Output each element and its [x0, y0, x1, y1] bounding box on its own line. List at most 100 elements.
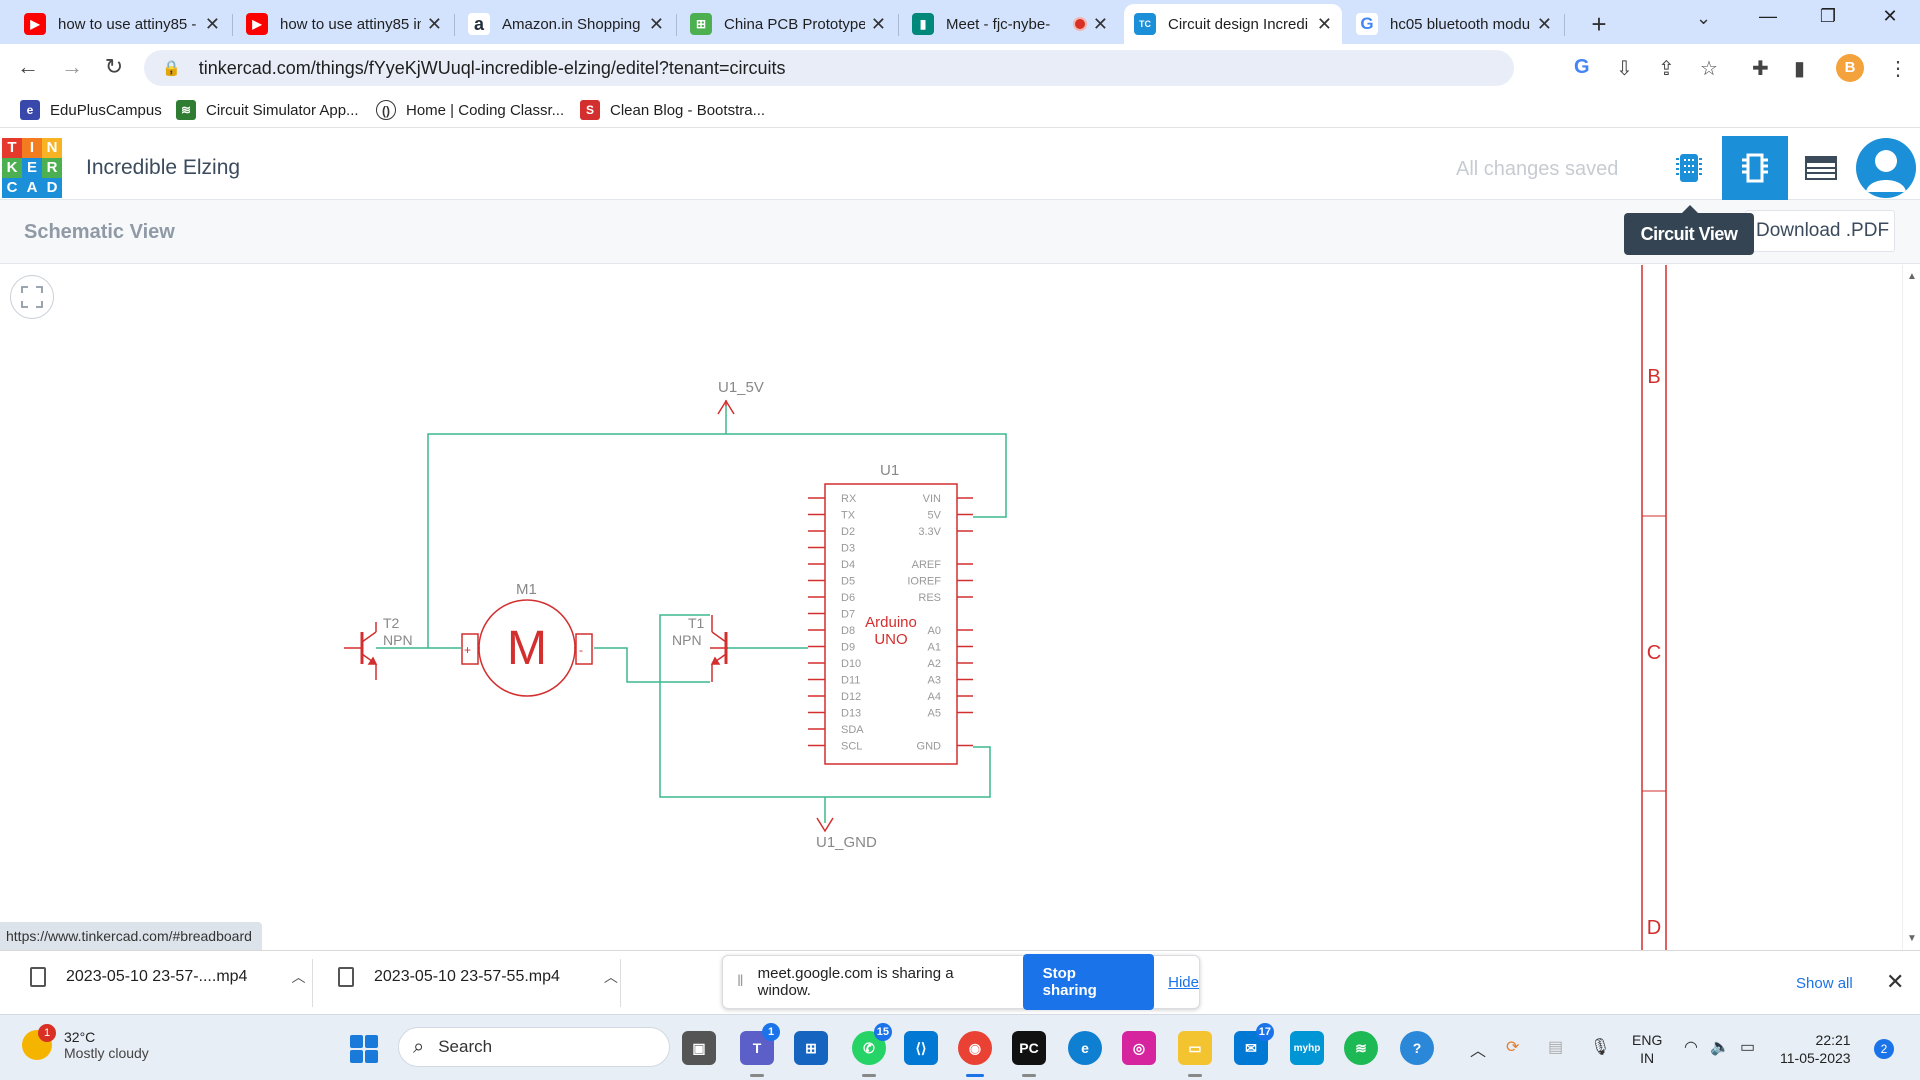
close-tab-icon[interactable]: ✕ [1317, 14, 1332, 35]
tab-0[interactable]: ▶ how to use attiny85 - ✕ [14, 4, 230, 44]
stop-sharing-button[interactable]: Stop sharing [1022, 954, 1155, 1010]
share-icon[interactable]: ⇪ [1658, 56, 1675, 81]
tray-overflow-icon[interactable]: ︿ [1470, 1037, 1486, 1061]
tab-5-active[interactable]: TC Circuit design Incredi ✕ [1124, 4, 1342, 44]
start-button[interactable] [350, 1035, 378, 1063]
download-item[interactable]: 2023-05-10 23-57-....mp4 ︿ [30, 967, 305, 987]
logo-letter: K [2, 158, 22, 178]
pycharm-icon[interactable]: PC [1012, 1031, 1046, 1077]
instagram-icon[interactable]: ◎ [1122, 1031, 1156, 1065]
profile-avatar[interactable]: B [1836, 54, 1864, 82]
file-explorer-icon[interactable]: ▭ [1178, 1031, 1212, 1077]
new-tab-button[interactable]: + [1582, 8, 1616, 42]
pin-label: VIN [923, 493, 941, 505]
menu-kebab-icon[interactable]: ⋮ [1888, 56, 1908, 81]
tab-1[interactable]: ▶ how to use attiny85 in ✕ [236, 4, 452, 44]
close-downloads-icon[interactable]: ✕ [1886, 969, 1904, 995]
scroll-down-icon[interactable]: ▼ [1907, 933, 1917, 944]
side-panel-icon[interactable]: ▮ [1794, 56, 1805, 81]
download-item[interactable]: 2023-05-10 23-57-55.mp4 ︿ [338, 967, 618, 987]
vscode-icon[interactable]: ⟨⟩ [904, 1031, 938, 1065]
schematic-canvas[interactable]: U1_5V U1_GND T2 NPN + - M M1 T1 NPN U1 A… [0, 265, 1920, 950]
reload-icon[interactable]: ↻ [100, 54, 128, 80]
volume-icon[interactable]: 🔈 [1710, 1037, 1730, 1057]
fit-to-view-button[interactable] [10, 275, 54, 319]
bookmark-clean-blog[interactable]: S Clean Blog - Bootstra... [580, 100, 765, 120]
myhp-icon[interactable]: myhp [1290, 1031, 1324, 1065]
user-avatar[interactable] [1856, 138, 1916, 198]
extensions-icon[interactable]: ✚ [1752, 56, 1769, 81]
wifi-icon[interactable]: ◠ [1684, 1037, 1698, 1057]
lock-icon[interactable]: 🔒 [162, 59, 181, 77]
edge-icon[interactable]: e [1068, 1031, 1102, 1065]
tab-6[interactable]: G hc05 bluetooth modu ✕ [1346, 4, 1562, 44]
chevron-up-icon[interactable]: ︿ [291, 967, 305, 987]
language-indicator[interactable]: ENG IN [1632, 1031, 1662, 1067]
component-list-button[interactable] [1788, 136, 1854, 200]
store-icon[interactable]: ⊞ [794, 1031, 828, 1065]
bookmark-coding-classroom[interactable]: () Home | Coding Classr... [376, 100, 564, 120]
drag-handle-icon[interactable]: ‖ [737, 973, 744, 991]
tab-3[interactable]: ⊞ China PCB Prototype ✕ [680, 4, 896, 44]
restore-icon[interactable]: ❐ [1808, 6, 1848, 27]
address-bar[interactable]: 🔒 tinkercad.com/things/fYyeKjWUuql-incre… [144, 50, 1514, 86]
clock[interactable]: 22:21 11-05-2023 [1780, 1031, 1851, 1067]
bookmark-eduplus[interactable]: e EduPlusCampus [20, 100, 162, 120]
tinkercad-header: T I N K E R C A D Incredible Elzing All … [0, 136, 1920, 200]
circuit-view-button[interactable] [1656, 136, 1722, 200]
tab-2[interactable]: a Amazon.in Shopping ✕ [458, 4, 674, 44]
pin-label: A4 [928, 691, 941, 703]
vertical-scrollbar[interactable]: ▲ ▼ [1902, 265, 1920, 950]
weather-widget[interactable]: 1 32°C Mostly cloudy [22, 1024, 149, 1061]
mail-icon[interactable]: ✉ 17 [1234, 1023, 1274, 1065]
back-icon[interactable]: ← [14, 54, 42, 80]
tinkercad-logo[interactable]: T I N K E R C A D [2, 138, 62, 198]
transistor-t1[interactable]: T1 NPN [672, 615, 728, 682]
close-tab-icon[interactable]: ✕ [205, 14, 220, 35]
close-tab-icon[interactable]: ✕ [1093, 14, 1108, 35]
bookmark-circuit-simulator[interactable]: ≋ Circuit Simulator App... [176, 100, 359, 120]
tab-4[interactable]: ▮ Meet - fjc-nybe- ✕ [902, 4, 1118, 44]
forward-icon[interactable]: → [58, 54, 86, 80]
task-view-icon[interactable]: ▣ [682, 1031, 716, 1065]
video-file-icon [30, 967, 46, 987]
scroll-up-icon[interactable]: ▲ [1907, 271, 1917, 282]
sync-icon[interactable]: ⟳ [1506, 1037, 1519, 1057]
teams-icon[interactable]: T1 [740, 1023, 780, 1077]
amazon-icon: a [468, 13, 490, 35]
display-icon[interactable]: ▤ [1548, 1037, 1563, 1057]
close-tab-icon[interactable]: ✕ [649, 14, 664, 35]
bookmark-star-icon[interactable]: ☆ [1700, 56, 1718, 81]
tab-title: China PCB Prototype [724, 15, 865, 33]
get-help-icon[interactable]: ? [1400, 1031, 1434, 1065]
google-lens-icon[interactable]: G [1574, 56, 1590, 79]
close-tab-icon[interactable]: ✕ [427, 14, 442, 35]
taskbar-search[interactable]: ⌕ Search [398, 1027, 670, 1067]
design-title[interactable]: Incredible Elzing [86, 156, 240, 180]
minimize-icon[interactable]: — [1748, 6, 1788, 27]
hide-link[interactable]: Hide [1168, 974, 1199, 991]
schematic-diagram[interactable]: U1_5V U1_GND T2 NPN + - M M1 T1 NPN U1 A… [0, 265, 1900, 950]
bookmarks-bar: e EduPlusCampus ≋ Circuit Simulator App.… [0, 92, 1920, 128]
arduino-uno-u1[interactable]: U1 Arduino UNO RX TX D2 D3 D4 D5 D6 D7 D8 D9 D10 D1… [808, 462, 973, 765]
close-window-icon[interactable]: ✕ [1870, 6, 1910, 27]
install-app-icon[interactable]: ⇩ [1616, 56, 1633, 81]
schematic-view-button[interactable] [1722, 136, 1788, 200]
chrome-icon[interactable]: ◉ [958, 1031, 992, 1077]
clock-date: 11-05-2023 [1780, 1050, 1851, 1066]
chevron-up-icon[interactable]: ︿ [604, 967, 618, 987]
microphone-icon[interactable]: 🎙 [1590, 1037, 1610, 1057]
teams-badge: 1 [762, 1023, 780, 1041]
whatsapp-icon[interactable]: ✆ 15 [852, 1023, 892, 1077]
battery-icon[interactable]: ▭ [1740, 1037, 1755, 1057]
download-pdf-button[interactable]: Download .PDF [1745, 210, 1895, 252]
tab-search-icon[interactable]: ⌄ [1696, 8, 1711, 29]
show-all-downloads-link[interactable]: Show all [1796, 975, 1853, 992]
tab-title: Meet - fjc-nybe- [946, 15, 1051, 33]
close-tab-icon[interactable]: ✕ [1537, 14, 1552, 35]
share-notice: meet.google.com is sharing a window. [757, 965, 954, 999]
notification-badge[interactable]: 2 [1874, 1039, 1894, 1059]
spotify-icon[interactable]: ≋ [1344, 1031, 1378, 1065]
motor-m1[interactable]: + - M M1 [428, 581, 593, 697]
close-tab-icon[interactable]: ✕ [871, 14, 886, 35]
